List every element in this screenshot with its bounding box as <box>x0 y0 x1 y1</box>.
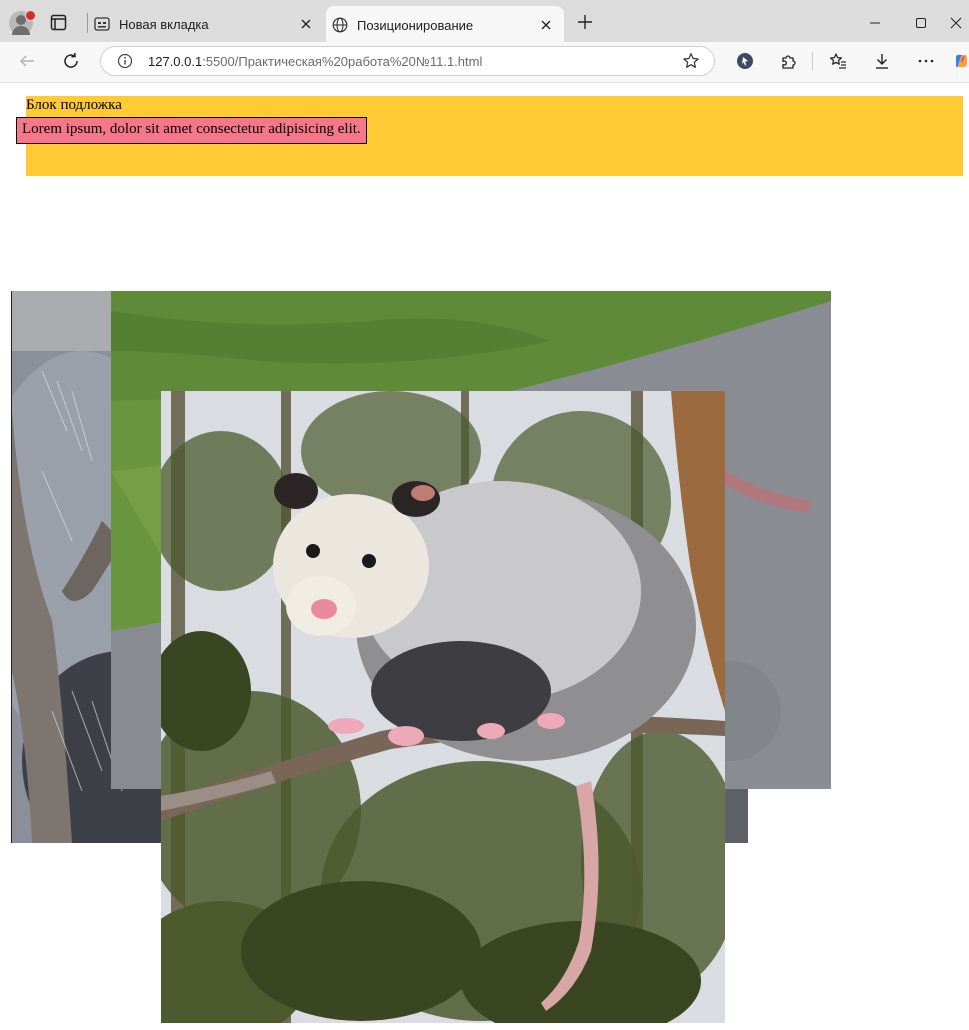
underlay-label: Блок подложка <box>26 97 122 113</box>
close-window-icon[interactable] <box>943 8 969 38</box>
reload-icon[interactable] <box>60 50 82 72</box>
tab-title: Новая вкладка <box>119 16 209 32</box>
more-icon[interactable] <box>915 50 937 72</box>
navigation-toolbar: 127.0.0.1:5500/Практическая%20работа%20№… <box>0 42 969 83</box>
info-icon[interactable] <box>117 53 133 69</box>
extension-shield-icon[interactable] <box>734 50 756 72</box>
lorem-box: Lorem ipsum, dolor sit amet consectetur … <box>16 117 367 144</box>
new-tab-page-icon <box>94 16 110 32</box>
tab-title: Позиционирование <box>357 17 474 33</box>
browser-chrome: Новая вкладка Позиционирование 127.0.0.1… <box>0 0 969 83</box>
profile-avatar-icon[interactable] <box>9 10 36 35</box>
new-tab-plus-icon[interactable] <box>576 13 594 31</box>
tab-strip: Новая вкладка Позиционирование <box>0 0 969 44</box>
toolbar-divider <box>812 52 813 70</box>
favorites-icon[interactable] <box>827 50 849 72</box>
close-tab-icon[interactable] <box>298 16 314 32</box>
url-text: 127.0.0.1:5500/Практическая%20работа%20№… <box>148 54 668 69</box>
url-path: :5500/Практическая%20работа%20№11.1.html <box>202 54 483 69</box>
tab-positioning[interactable]: Позиционирование <box>326 6 564 44</box>
page-viewport: Блок подложка Lorem ipsum, dolor sit ame… <box>0 83 969 1030</box>
address-bar[interactable]: 127.0.0.1:5500/Практическая%20работа%20№… <box>100 46 715 76</box>
opossum-on-branch-image <box>161 391 725 1023</box>
star-icon[interactable] <box>682 52 700 70</box>
globe-icon <box>332 17 348 33</box>
minimize-icon[interactable] <box>852 8 898 38</box>
tab-new-tab[interactable]: Новая вкладка <box>88 6 324 42</box>
tab-actions-icon[interactable] <box>50 14 67 31</box>
download-icon[interactable] <box>871 50 893 72</box>
close-tab-icon[interactable] <box>538 17 554 33</box>
puzzle-icon[interactable] <box>778 50 800 72</box>
back-icon[interactable] <box>16 50 38 72</box>
maximize-icon[interactable] <box>898 8 944 38</box>
copilot-icon[interactable] <box>954 50 969 72</box>
url-host: 127.0.0.1 <box>148 54 203 69</box>
